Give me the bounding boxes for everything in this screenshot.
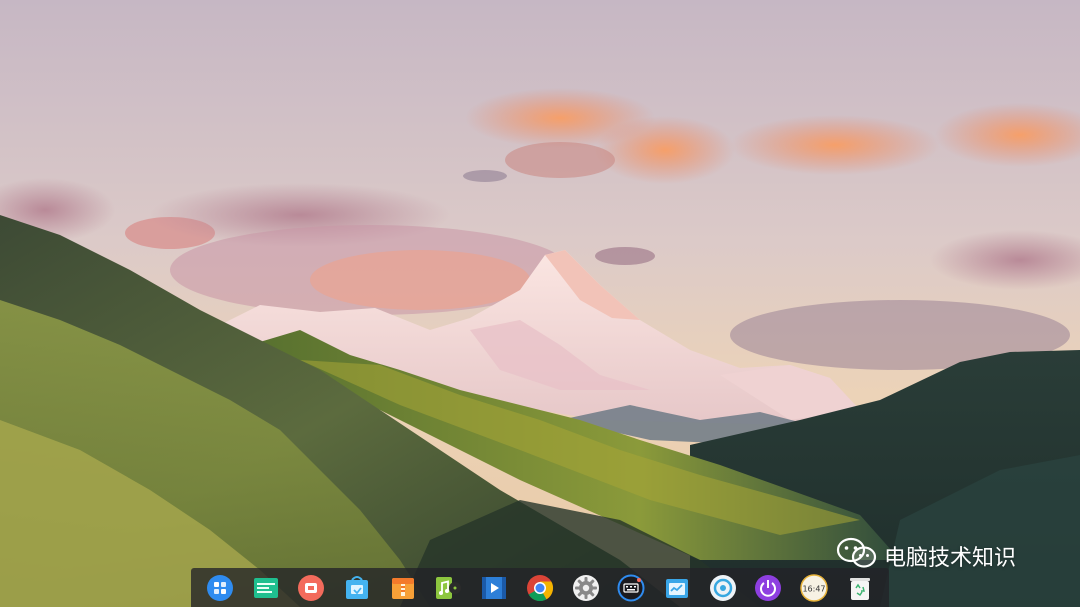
app-store-icon [346,575,369,599]
dock-item-screen-recorder[interactable] [296,573,326,603]
dock-item-chrome[interactable] [525,573,555,603]
archive-icon [391,577,414,599]
video-icon [482,576,507,599]
launcher-icon [206,574,233,601]
dock: 16:47 [191,568,889,607]
power-icon [755,574,782,601]
wallpaper [0,0,1080,607]
dock-item-power[interactable] [753,573,783,603]
folder-icon [253,577,278,598]
clock-icon: 16:47 [800,573,828,602]
dock-item-video-player[interactable] [479,573,509,603]
dock-item-input-method[interactable] [616,573,646,603]
chrome-icon [526,574,553,601]
dock-item-file-manager[interactable] [251,573,281,603]
music-icon [436,576,462,599]
dock-item-trash[interactable] [845,573,875,603]
camera-icon [709,574,736,601]
keyboard-icon [617,574,645,601]
monitor-icon [666,578,689,598]
screen-recorder-icon [298,574,325,601]
dock-item-clock[interactable]: 16:47 [799,573,829,603]
dock-item-launcher[interactable] [205,573,235,603]
dock-item-app-store[interactable] [342,573,372,603]
watermark-text: 电脑技术知识 [884,546,1017,571]
dock-item-system-monitor[interactable] [662,573,692,603]
gear-icon [572,574,599,601]
clock-label: 16:47 [803,584,826,593]
trash-icon [849,577,870,600]
dock-item-archive-manager[interactable] [388,573,418,603]
dock-item-screenshot[interactable] [708,573,738,603]
dock-item-settings[interactable] [571,573,601,603]
desktop: 电脑技术知识 16:47 [0,0,1080,607]
dock-item-music[interactable] [433,573,463,603]
